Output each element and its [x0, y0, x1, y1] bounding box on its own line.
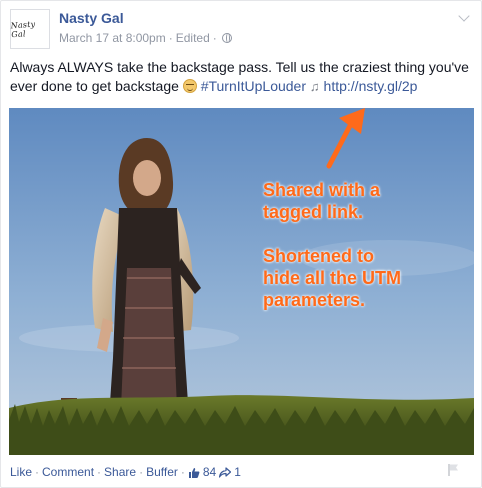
chevron-down-icon[interactable] — [457, 11, 471, 25]
globe-icon[interactable] — [221, 33, 232, 43]
meta-separator: · — [212, 31, 217, 45]
avatar-logo-text: Nasty Gal — [10, 19, 36, 40]
page-avatar[interactable]: Nasty Gal — [10, 9, 50, 49]
shares-count[interactable]: 1 — [234, 465, 241, 479]
actions-separator: · — [97, 465, 102, 479]
buffer-link[interactable]: Buffer — [146, 465, 178, 479]
page-name-link[interactable]: Nasty Gal — [59, 10, 124, 26]
music-note-icon: ♫ — [309, 79, 320, 94]
hashtag-link[interactable]: #TurnItUpLouder — [201, 78, 306, 94]
share-arrow-icon[interactable] — [219, 466, 232, 478]
edited-label[interactable]: Edited — [176, 31, 210, 45]
facebook-post: Nasty Gal Nasty Gal March 17 at 8:00pm ·… — [0, 0, 482, 488]
share-link[interactable]: Share — [104, 465, 136, 479]
short-url-link[interactable]: http://nsty.gl/2p — [324, 78, 418, 94]
like-link[interactable]: Like — [10, 465, 32, 479]
thumbs-up-icon[interactable] — [188, 467, 200, 478]
post-actions-bar: Like · Comment · Share · Buffer · 84 1 — [10, 465, 241, 479]
post-meta: March 17 at 8:00pm · Edited · — [59, 31, 232, 45]
meta-separator: · — [168, 31, 173, 45]
actions-separator: · — [180, 465, 185, 479]
post-timestamp[interactable]: March 17 at 8:00pm — [59, 31, 166, 45]
callout-annotation: Shared with a tagged link. Shortened to … — [263, 180, 402, 310]
likes-count[interactable]: 84 — [203, 465, 216, 479]
post-text: Always ALWAYS take the backstage pass. T… — [10, 58, 476, 96]
actions-separator: · — [35, 465, 40, 479]
flag-icon[interactable] — [447, 463, 461, 477]
actions-separator: · — [139, 465, 144, 479]
smiley-emoji-icon — [182, 79, 197, 93]
comment-link[interactable]: Comment — [42, 465, 94, 479]
